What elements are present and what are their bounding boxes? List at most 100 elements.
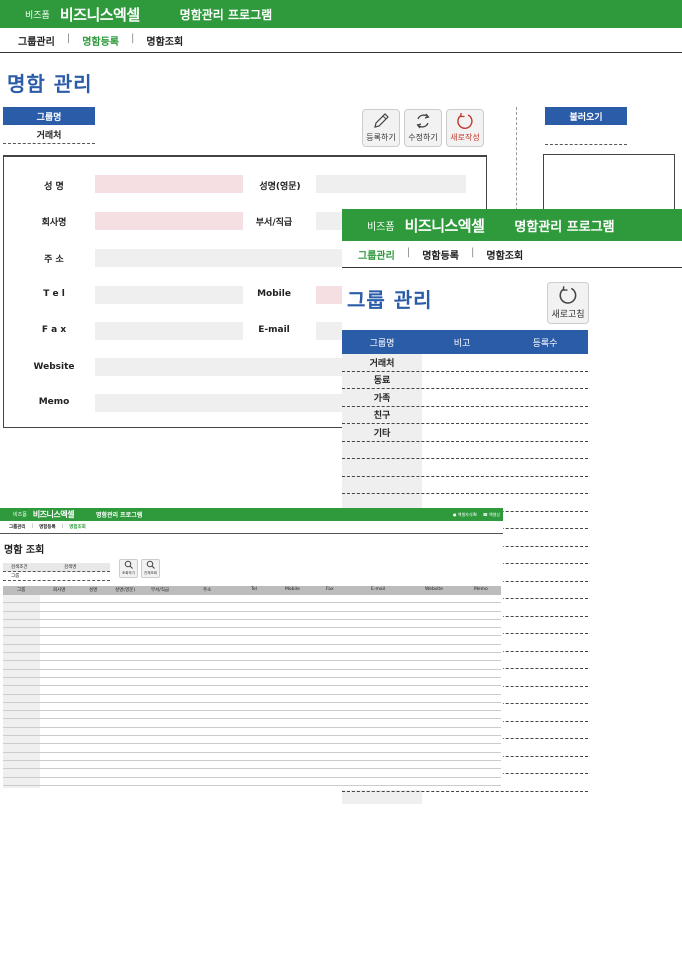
group-select[interactable]: 거래처	[3, 128, 95, 144]
table-row[interactable]: 가족	[342, 389, 588, 407]
col-address: 주소	[203, 588, 212, 593]
table-row[interactable]	[3, 761, 501, 770]
tel-field[interactable]	[95, 286, 243, 304]
company-field[interactable]	[95, 212, 243, 230]
table-row[interactable]	[3, 620, 501, 629]
nav-card-search[interactable]: 명함조회	[482, 247, 527, 262]
card-search-panel: 비즈폼 비즈니스엑셀 명함관리 프로그램 ● 엑셀자식IN ☎ 엑셀상 그룹관리…	[0, 508, 503, 790]
nav-group-management[interactable]: 그룹관리	[14, 33, 59, 48]
group-cell: 친구	[373, 411, 391, 422]
table-row[interactable]	[3, 703, 501, 712]
table-row[interactable]	[3, 645, 501, 654]
tel-label: T e l	[43, 289, 65, 299]
col-dept: 부서/직급	[151, 588, 170, 593]
nav-card-search[interactable]: 명함조회	[142, 33, 187, 48]
name-label: 성 명	[44, 182, 64, 192]
nav-group-management[interactable]: 그룹관리	[354, 247, 399, 262]
table-row[interactable]	[3, 736, 501, 745]
edit-label: 수정하기	[408, 133, 438, 142]
table-row[interactable]	[3, 753, 501, 761]
col-name-en: 성명(영문)	[115, 588, 136, 593]
header-links: ● 엑셀자식IN ☎ 엑셀상	[453, 508, 500, 521]
col-note: 비고	[453, 338, 471, 349]
table-row[interactable]	[3, 595, 501, 604]
col-memo: Memo	[474, 587, 488, 592]
table-row[interactable]: 친구	[342, 407, 588, 424]
group-cell: 동료	[373, 376, 391, 387]
refresh-label: 새로고침	[551, 310, 585, 320]
table-row[interactable]	[3, 653, 501, 662]
page-title: 명함 조회	[4, 545, 45, 556]
result-table-body	[3, 595, 501, 786]
table-row[interactable]	[3, 612, 501, 620]
group-cell: 거래처	[369, 358, 395, 369]
table-row[interactable]	[3, 661, 501, 670]
col-count: 등록수	[532, 338, 558, 349]
table-row[interactable]: 기타	[342, 424, 588, 442]
table-row[interactable]: 동료	[342, 372, 588, 389]
table-row[interactable]	[3, 603, 501, 612]
table-row[interactable]	[3, 728, 501, 737]
col-name: 성명	[89, 588, 98, 593]
name-en-label: 성명(영문)	[259, 182, 301, 192]
load-select[interactable]	[545, 144, 627, 145]
company-label: 회사명	[41, 218, 67, 228]
page-title: 그룹 관리	[347, 288, 433, 312]
nav-card-search[interactable]: 명함조회	[67, 524, 88, 530]
fax-field[interactable]	[95, 322, 243, 340]
link-excel-shop[interactable]: ☎ 엑셀상	[483, 512, 500, 518]
nav-menu: 그룹관리 | 명함등록 | 명함조회	[14, 33, 187, 48]
register-button[interactable]: 등록하기	[362, 109, 400, 147]
search-icon	[146, 560, 155, 569]
result-table-header: 그룹 회사명 성명 성명(영문) 부서/직급 주소 Tel Mobile Fax…	[3, 586, 501, 595]
nav-card-register[interactable]: 명함등록	[418, 247, 463, 262]
register-label: 등록하기	[366, 133, 396, 142]
brand-small: 비즈폼	[367, 221, 395, 233]
table-row[interactable]	[342, 477, 588, 494]
table-row[interactable]	[3, 678, 501, 687]
name-field[interactable]	[95, 175, 243, 193]
table-row[interactable]	[3, 695, 501, 703]
table-row[interactable]	[3, 719, 501, 728]
cond-select[interactable]: 그룹	[3, 573, 56, 579]
table-row[interactable]	[3, 744, 501, 753]
nav-card-register[interactable]: 명함등록	[37, 524, 58, 530]
table-row[interactable]	[342, 442, 588, 459]
group-label: 그룹명	[3, 107, 95, 125]
new-button[interactable]: 새로작성	[446, 109, 484, 147]
table-row[interactable]	[3, 636, 501, 645]
refresh-icon	[559, 286, 577, 304]
group-cell: 가족	[373, 393, 391, 404]
email-label: E-mail	[258, 325, 290, 335]
app-title: 명함관리 프로그램	[95, 512, 143, 519]
table-row[interactable]	[342, 459, 588, 477]
address-label: 주 소	[44, 255, 64, 265]
app-title: 명함관리 프로그램	[514, 219, 615, 235]
divider	[0, 52, 682, 53]
refresh-button[interactable]: 새로고침	[547, 282, 589, 324]
search-label: 조회하기	[122, 571, 135, 575]
col-group-name: 그룹명	[369, 338, 395, 349]
table-row[interactable]	[3, 778, 501, 786]
table-row[interactable]	[3, 686, 501, 695]
nav-group-management[interactable]: 그룹관리	[7, 524, 28, 530]
brand-small: 비즈폼	[25, 10, 50, 21]
search-button[interactable]: 조회하기	[119, 559, 138, 578]
pencil-icon	[374, 113, 389, 128]
table-row[interactable]: 거래처	[342, 354, 588, 372]
brand-small: 비즈폼	[13, 512, 27, 518]
brand-logo: 비즈니스엑셀	[32, 510, 75, 519]
nav-menu: 그룹관리 | 명함등록 | 명함조회	[354, 247, 527, 262]
col-group: 그룹	[17, 588, 26, 593]
table-row[interactable]	[3, 628, 501, 637]
table-row[interactable]	[3, 769, 501, 778]
name-en-field[interactable]	[316, 175, 466, 193]
edit-button[interactable]: 수정하기	[404, 109, 442, 147]
search-all-button[interactable]: 전체조회	[141, 559, 160, 578]
nav-menu: 그룹관리 | 명함등록 | 명함조회	[7, 524, 88, 530]
table-row[interactable]	[3, 711, 501, 720]
link-excel-knowledge[interactable]: ● 엑셀자식IN	[453, 512, 477, 518]
col-company: 회사명	[53, 588, 66, 593]
table-row[interactable]	[3, 670, 501, 678]
nav-card-register[interactable]: 명함등록	[78, 33, 123, 48]
